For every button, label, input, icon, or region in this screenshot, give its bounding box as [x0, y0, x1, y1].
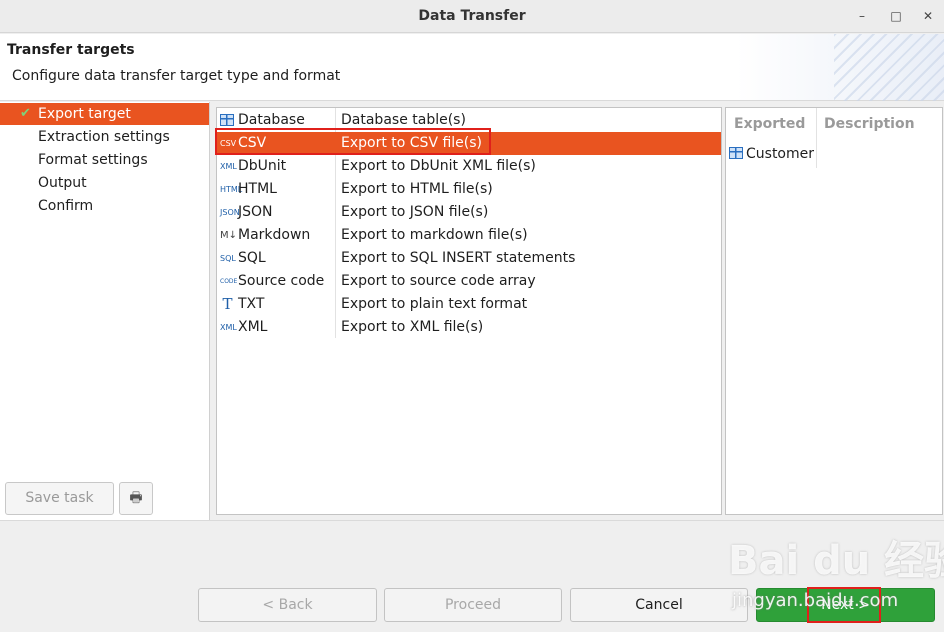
target-description: Export to markdown file(s) — [341, 227, 528, 243]
target-name: DbUnit — [238, 158, 287, 174]
target-name: Source code — [238, 273, 325, 289]
target-name: HTML — [238, 181, 277, 197]
title-bar: Data Transfer – □ ✕ — [0, 0, 944, 33]
step-extraction-settings[interactable]: Extraction settings — [0, 126, 209, 148]
exported-row-customer[interactable]: Customer — [729, 143, 814, 165]
json-file-icon: JSON — [220, 208, 240, 217]
target-row-csv[interactable]: CSV CSV Export to CSV file(s) — [217, 132, 721, 155]
step-label: Confirm — [38, 198, 94, 214]
cancel-button[interactable]: Cancel — [570, 588, 748, 622]
target-row-sql[interactable]: SQL SQL Export to SQL INSERT statements — [217, 247, 721, 270]
step-format-settings[interactable]: Format settings — [0, 149, 209, 171]
page-title: Transfer targets — [7, 42, 135, 58]
step-label: Output — [38, 175, 87, 191]
target-row-markdown[interactable]: M↓ Markdown Export to markdown file(s) — [217, 224, 721, 247]
code-file-icon: CODE — [220, 278, 238, 285]
text-t-icon: T — [222, 295, 233, 313]
step-label: Export target — [38, 106, 131, 122]
html-file-icon: HTML — [220, 185, 243, 194]
target-name: SQL — [238, 250, 266, 266]
target-name: TXT — [238, 296, 265, 312]
column-divider — [816, 108, 817, 168]
target-description: Export to XML file(s) — [341, 319, 484, 335]
xml-file-icon: XML — [220, 162, 237, 171]
target-row-html[interactable]: HTML HTML Export to HTML file(s) — [217, 178, 721, 201]
target-description: Export to CSV file(s) — [341, 135, 483, 151]
target-name: JSON — [238, 204, 273, 220]
target-name: XML — [238, 319, 268, 335]
table-icon — [729, 147, 743, 159]
wizard-steps: ✔ Export target Extraction settings Form… — [0, 102, 210, 520]
markdown-icon: M↓ — [220, 230, 238, 241]
csv-file-icon: CSV — [220, 139, 237, 148]
target-description: Export to JSON file(s) — [341, 204, 489, 220]
target-type-list: Database Database table(s) CSV CSV Expor… — [216, 107, 722, 515]
printer-icon: 🖶 — [129, 490, 143, 506]
target-description: Database table(s) — [341, 112, 466, 128]
step-label: Format settings — [38, 152, 148, 168]
target-description: Export to SQL INSERT statements — [341, 250, 576, 266]
proceed-button[interactable]: Proceed — [384, 588, 562, 622]
column-header-description[interactable]: Description — [824, 116, 915, 132]
window-title: Data Transfer — [418, 8, 526, 24]
column-header-exported[interactable]: Exported — [734, 116, 805, 132]
close-icon[interactable]: ✕ — [918, 6, 938, 26]
maximize-icon[interactable]: □ — [886, 6, 906, 26]
target-row-xml[interactable]: XML XML Export to XML file(s) — [217, 316, 721, 339]
database-table-icon — [220, 114, 235, 127]
watermark-logo: Bai du 经验 — [728, 538, 944, 584]
target-description: Export to plain text format — [341, 296, 528, 312]
exported-name: Customer — [746, 146, 815, 162]
target-row-json[interactable]: JSON JSON Export to JSON file(s) — [217, 201, 721, 224]
page-subtitle: Configure data transfer target type and … — [12, 68, 341, 84]
header-decoration — [834, 34, 944, 101]
minimize-icon[interactable]: – — [852, 6, 872, 26]
target-row-txt[interactable]: T TXT Export to plain text format — [217, 293, 721, 316]
check-icon: ✔ — [20, 106, 31, 121]
target-description: Export to HTML file(s) — [341, 181, 493, 197]
xml-file-icon: XML — [220, 323, 237, 332]
step-output[interactable]: Output — [0, 172, 209, 194]
sql-file-icon: SQL — [220, 254, 236, 263]
save-task-button[interactable]: Save task — [5, 482, 114, 515]
target-name: CSV — [238, 135, 267, 151]
step-export-target[interactable]: ✔ Export target — [0, 103, 209, 125]
step-label: Extraction settings — [38, 129, 170, 145]
watermark-url: jingyan.baidu.com — [732, 590, 899, 611]
back-button[interactable]: < Back — [198, 588, 377, 622]
target-name: Database — [238, 112, 305, 128]
wizard-header: Transfer targets Configure data transfer… — [0, 34, 944, 101]
target-description: Export to source code array — [341, 273, 536, 289]
save-task-settings-button[interactable]: 🖶 — [119, 482, 153, 515]
target-name: Markdown — [238, 227, 311, 243]
target-row-dbunit[interactable]: XML DbUnit Export to DbUnit XML file(s) — [217, 155, 721, 178]
target-description: Export to DbUnit XML file(s) — [341, 158, 536, 174]
target-row-source-code[interactable]: CODE Source code Export to source code a… — [217, 270, 721, 293]
step-confirm[interactable]: Confirm — [0, 195, 209, 217]
target-row-database[interactable]: Database Database table(s) — [217, 109, 721, 132]
exported-objects-panel: Exported Description Customer — [725, 107, 943, 515]
